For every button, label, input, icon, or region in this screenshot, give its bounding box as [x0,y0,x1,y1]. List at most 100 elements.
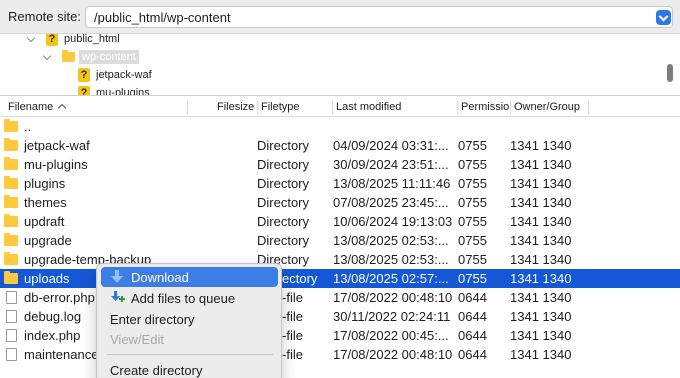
sort-ascending-icon [58,103,67,113]
file-permissions: 0755 [458,214,487,229]
menu-item-enter-directory[interactable]: Enter directory [101,309,278,329]
file-owner-group: 1341 1340 [510,290,572,305]
tree-item-label: public_html [64,34,120,45]
file-type: Directory [257,176,310,191]
folder-icon [4,233,18,246]
remote-site-label: Remote site: [8,9,81,24]
column-filename[interactable]: Filename [8,101,67,113]
tree-item-public-html[interactable]: ? public_html [26,34,120,48]
file-owner-group: 1341 1340 [510,195,572,210]
document-icon [6,310,17,323]
file-modified: 30/11/2022 02:24:11 [333,309,451,324]
tree-item-label: jetpack-waf [96,69,152,81]
file-name: plugins [24,176,66,191]
tree-item-wp-content[interactable]: wp-content [42,48,139,66]
file-type: -file [282,347,303,362]
download-icon [111,270,123,283]
menu-separator [107,354,273,355]
column-divider[interactable] [588,101,589,114]
question-folder-icon: ? [46,34,58,46]
file-name: jetpack-waf [24,138,90,153]
document-icon [6,329,17,342]
file-owner-group: 1341 1340 [510,157,572,172]
file-permissions: 0755 [458,271,487,286]
tree-item-mu-plugins[interactable]: ? mu-plugins [78,84,150,96]
remote-site-path-input[interactable]: /public_html/wp-content [85,6,673,28]
file-permissions: 0755 [458,252,487,267]
file-permissions: 0644 [458,309,487,324]
file-modified: 13/08/2025 02:53:... [333,252,449,267]
folder-icon [4,195,18,208]
document-icon [6,291,17,304]
column-filesize[interactable]: Filesize [217,101,254,113]
question-folder-icon: ? [78,86,90,95]
remote-site-bar: Remote site: /public_html/wp-content [0,0,680,34]
file-row[interactable]: plugins Directory 13/08/2025 11:11:46 07… [0,174,680,193]
file-row[interactable]: upgrade Directory 13/08/2025 02:53:... 0… [0,231,680,250]
file-name: index.php [24,328,81,343]
file-modified: 10/06/2024 19:13:03 [333,214,453,229]
column-divider[interactable] [257,101,258,114]
file-owner-group: 1341 1340 [510,271,572,286]
tree-item-label: wp-content [79,50,139,64]
tree-item-label: mu-plugins [96,87,150,96]
folder-icon [4,138,18,151]
column-divider[interactable] [510,101,511,114]
folder-icon [4,252,18,265]
file-modified: 17/08/2022 00:48:10 [333,347,453,362]
file-row[interactable]: mu-plugins Directory 30/09/2024 23:51:..… [0,155,680,174]
context-menu: Download Add files to queue Enter direct… [96,263,282,378]
file-owner-group: 1341 1340 [510,138,572,153]
menu-item-create-directory[interactable]: Create directory [101,360,278,378]
file-type: Directory [257,214,310,229]
file-owner-group: 1341 1340 [510,347,572,362]
chevron-down-icon[interactable] [26,34,36,42]
file-owner-group: 1341 1340 [510,309,572,324]
file-row-parent[interactable]: .. [0,117,680,136]
file-type: Directory [257,233,310,248]
folder-icon [62,50,75,62]
file-permissions: 0755 [458,176,487,191]
file-name: db-error.php [24,290,95,305]
column-filetype[interactable]: Filetype [261,101,300,113]
column-divider[interactable] [457,101,458,114]
column-last-modified[interactable]: Last modified [336,101,401,113]
file-modified: 13/08/2025 02:53:... [333,233,449,248]
file-permissions: 0755 [458,138,487,153]
file-owner-group: 1341 1340 [510,252,572,267]
file-type: Directory [257,157,310,172]
column-owner-group[interactable]: Owner/Group [514,101,580,113]
file-permissions: 0644 [458,328,487,343]
file-name: maintenance [24,347,99,362]
file-modified: 30/09/2024 23:51:... [333,157,449,172]
file-owner-group: 1341 1340 [510,328,572,343]
file-row[interactable]: updraft Directory 10/06/2024 19:13:03 07… [0,212,680,231]
tree-scrollbar-thumb[interactable] [667,64,673,82]
file-name: themes [24,195,67,210]
folder-icon [4,157,18,170]
file-name: upgrade [24,233,72,248]
file-permissions: 0755 [458,233,487,248]
menu-item-download[interactable]: Download [101,267,278,287]
file-type: Directory [257,138,310,153]
file-row[interactable]: themes Directory 07/08/2025 23:45:... 07… [0,193,680,212]
file-row[interactable]: jetpack-waf Directory 04/09/2024 03:31:.… [0,136,680,155]
file-permissions: 0644 [458,347,487,362]
menu-item-add-to-queue[interactable]: Add files to queue [101,288,278,308]
chevron-down-icon[interactable] [656,10,671,25]
chevron-down-icon[interactable] [42,51,52,60]
menu-item-view-edit: View/Edit [101,329,278,349]
column-permissions[interactable]: Permissio [461,101,509,113]
folder-icon [4,214,18,227]
tree-item-jetpack-waf[interactable]: ? jetpack-waf [78,66,152,84]
column-divider[interactable] [187,101,188,114]
file-modified: 04/09/2024 03:31:... [333,138,449,153]
menu-item-label: Download [131,270,189,285]
document-icon [6,348,17,361]
file-modified: 17/08/2022 00:48:10 [333,290,453,305]
menu-item-label: View/Edit [110,332,164,347]
column-divider[interactable] [332,101,333,114]
file-name: updraft [24,214,65,229]
file-type: -file [282,309,303,324]
menu-item-label: Add files to queue [131,291,236,306]
